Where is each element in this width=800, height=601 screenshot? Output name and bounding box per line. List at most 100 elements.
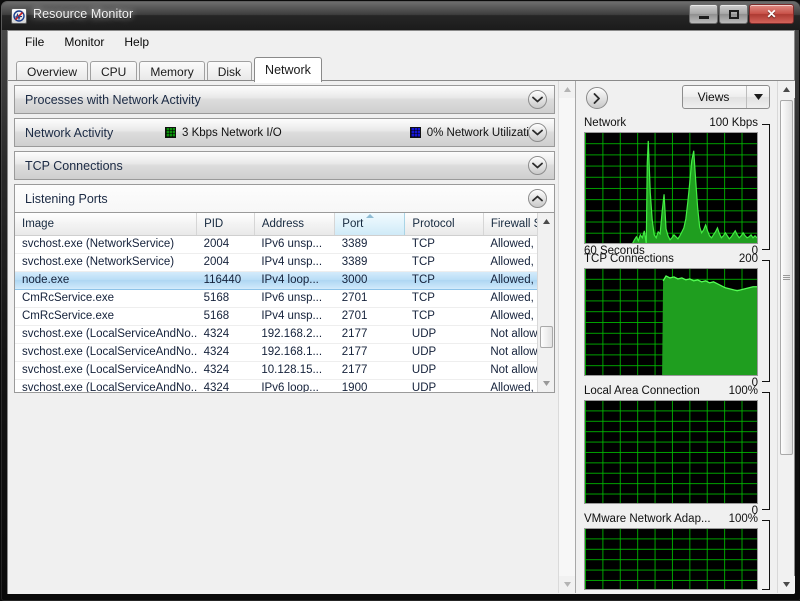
- cell-image: svchost.exe (NetworkService): [15, 253, 197, 271]
- graph-title: Local Area Connection: [584, 385, 700, 397]
- column-header-protocol[interactable]: Protocol: [405, 213, 483, 235]
- section-title: TCP Connections: [25, 159, 123, 173]
- menu-monitor[interactable]: Monitor: [55, 33, 113, 51]
- chevron-down-icon[interactable]: [747, 94, 769, 100]
- tab-cpu[interactable]: CPU: [90, 61, 137, 82]
- legend-network-io: 3 Kbps Network I/O: [165, 127, 282, 139]
- table-row[interactable]: svchost.exe (LocalServiceAndNo... 4324 1…: [15, 343, 554, 361]
- section-header[interactable]: TCP Connections: [15, 152, 554, 179]
- tab-memory[interactable]: Memory: [139, 61, 204, 82]
- cell-image: svchost.exe (LocalServiceAndNo...: [15, 361, 197, 379]
- content-area: Processes with Network Activity Network …: [8, 81, 794, 593]
- table-row[interactable]: svchost.exe (LocalServiceAndNo... 4324 1…: [15, 325, 554, 343]
- cell-address: IPv6 loop...: [254, 379, 334, 392]
- listening-ports-table: Image PID Address Port Protocol Firewall…: [15, 213, 554, 392]
- section-listening-ports[interactable]: Listening Ports: [14, 184, 555, 393]
- column-header-image[interactable]: Image: [15, 213, 197, 235]
- minimize-button[interactable]: [689, 4, 718, 24]
- right-pane: Views Network 100 Kbps: [575, 81, 794, 593]
- table-scrollbar-thumb[interactable]: [540, 326, 553, 348]
- table-row[interactable]: svchost.exe (LocalServiceAndNo... 4324 I…: [15, 379, 554, 392]
- resource-monitor-window: Resource Monitor ✕ File Monitor Help Ove…: [0, 0, 800, 600]
- graph-title: Network: [584, 117, 626, 129]
- views-button[interactable]: Views: [682, 85, 770, 109]
- left-pane-scrollbar[interactable]: [558, 81, 575, 593]
- cell-address: IPv6 unsp...: [254, 235, 334, 253]
- table-header-row: Image PID Address Port Protocol Firewall…: [15, 213, 554, 235]
- cell-image: svchost.exe (LocalServiceAndNo...: [15, 343, 197, 361]
- cell-pid: 5168: [197, 289, 255, 307]
- cell-pid: 116440: [197, 271, 255, 289]
- cell-image: CmRcService.exe: [15, 307, 197, 325]
- cell-image: svchost.exe (LocalServiceAndNo...: [15, 379, 197, 392]
- menu-file[interactable]: File: [16, 33, 53, 51]
- table-body: svchost.exe (NetworkService) 2004 IPv6 u…: [15, 235, 554, 392]
- graph-series-network: [585, 133, 757, 244]
- table-row[interactable]: svchost.exe (NetworkService) 2004 IPv4 u…: [15, 253, 554, 271]
- expand-panel-button[interactable]: [586, 87, 608, 109]
- maximize-button[interactable]: [719, 4, 748, 24]
- cell-address: 10.128.15...: [254, 361, 334, 379]
- graph-network: Network 100 Kbps 60 Seconds 0: [584, 117, 770, 259]
- graph-series-lac: [585, 401, 757, 504]
- tab-disk[interactable]: Disk: [207, 61, 252, 82]
- cell-port: 2177: [335, 325, 405, 343]
- chevron-down-icon[interactable]: [528, 90, 547, 109]
- section-header[interactable]: Listening Ports: [15, 185, 554, 212]
- scrollbar-grip-icon: [783, 274, 790, 281]
- section-network-activity[interactable]: Network Activity 3 Kbps Network I/O 0% N…: [14, 118, 555, 147]
- cell-port: 2177: [335, 343, 405, 361]
- chevron-up-icon[interactable]: [528, 189, 547, 208]
- column-header-pid[interactable]: PID: [197, 213, 255, 235]
- menu-help[interactable]: Help: [115, 33, 158, 51]
- table-row[interactable]: CmRcService.exe 5168 IPv4 unsp... 2701 T…: [15, 307, 554, 325]
- table-row[interactable]: svchost.exe (LocalServiceAndNo... 4324 1…: [15, 361, 554, 379]
- cell-protocol: TCP: [405, 271, 483, 289]
- scroll-down-icon[interactable]: [778, 576, 795, 593]
- close-button[interactable]: ✕: [749, 4, 794, 24]
- graph-gridlines: [585, 529, 757, 589]
- table-row[interactable]: CmRcService.exe 5168 IPv6 unsp... 2701 T…: [15, 289, 554, 307]
- right-pane-scrollbar-thumb[interactable]: [780, 100, 793, 455]
- legend-swatch-green-icon: [165, 127, 176, 138]
- listening-ports-table-container: Image PID Address Port Protocol Firewall…: [15, 212, 554, 392]
- column-header-address[interactable]: Address: [254, 213, 334, 235]
- cell-image: svchost.exe (NetworkService): [15, 235, 197, 253]
- window-controls: ✕: [688, 4, 794, 24]
- section-tcp-connections[interactable]: TCP Connections: [14, 151, 555, 180]
- table-scrollbar[interactable]: [537, 213, 554, 392]
- graph-title: VMware Network Adap...: [584, 513, 711, 525]
- table-row-selected[interactable]: node.exe 116440 IPv4 loop... 3000 TCP Al…: [15, 271, 554, 289]
- cell-protocol: UDP: [405, 343, 483, 361]
- section-processes-with-network-activity[interactable]: Processes with Network Activity: [14, 85, 555, 114]
- scroll-up-icon[interactable]: [778, 81, 795, 98]
- graph-plot-area: [584, 400, 758, 504]
- scroll-down-icon[interactable]: [559, 576, 575, 593]
- cell-pid: 4324: [197, 361, 255, 379]
- cell-protocol: UDP: [405, 379, 483, 392]
- column-header-label: Port: [342, 218, 363, 230]
- graph-scale-bracket: [762, 260, 770, 382]
- title-bar[interactable]: Resource Monitor ✕: [2, 2, 800, 30]
- cell-address: IPv4 unsp...: [254, 307, 334, 325]
- graph-caption: VMware Network Adap... 100%: [584, 513, 770, 528]
- section-header[interactable]: Processes with Network Activity: [15, 86, 554, 113]
- tab-strip: Overview CPU Memory Disk Network: [8, 53, 794, 81]
- scroll-down-icon[interactable]: [538, 375, 554, 392]
- table-row[interactable]: svchost.exe (NetworkService) 2004 IPv6 u…: [15, 235, 554, 253]
- scroll-up-icon[interactable]: [538, 213, 554, 230]
- scroll-up-icon[interactable]: [559, 81, 575, 98]
- section-header[interactable]: Network Activity 3 Kbps Network I/O 0% N…: [15, 119, 554, 146]
- graph-vmware-network-adapter: VMware Network Adap... 100%: [584, 513, 770, 590]
- tab-overview[interactable]: Overview: [16, 61, 88, 82]
- cell-port: 3389: [335, 235, 405, 253]
- cell-address: IPv4 loop...: [254, 271, 334, 289]
- column-header-port[interactable]: Port: [335, 213, 405, 235]
- cell-pid: 2004: [197, 235, 255, 253]
- chevron-down-icon[interactable]: [528, 123, 547, 142]
- right-pane-scrollbar[interactable]: [777, 81, 794, 593]
- graph-max-label: 100%: [729, 385, 758, 397]
- cell-pid: 4324: [197, 343, 255, 361]
- tab-network[interactable]: Network: [254, 57, 322, 82]
- chevron-down-icon[interactable]: [528, 156, 547, 175]
